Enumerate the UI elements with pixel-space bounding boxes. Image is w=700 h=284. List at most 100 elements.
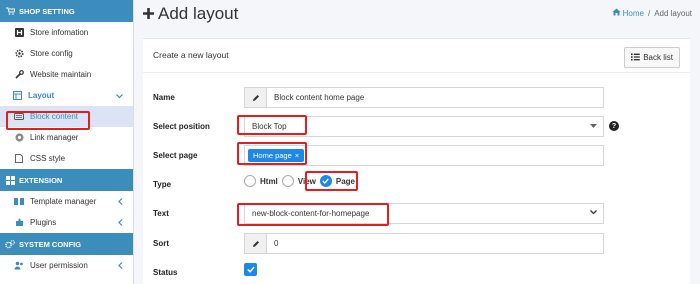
list-icon bbox=[631, 53, 641, 63]
layout-icon bbox=[12, 91, 22, 100]
tag-remove-icon[interactable]: × bbox=[295, 151, 299, 160]
sidebar-item-label: CSS style bbox=[30, 154, 66, 163]
sidebar-item-block-content[interactable]: Block content bbox=[0, 106, 133, 127]
page-label: Select page bbox=[153, 151, 198, 160]
name-field[interactable]: Block content home page bbox=[244, 87, 604, 108]
chevron-down-icon bbox=[590, 210, 597, 217]
sort-label: Sort bbox=[153, 239, 169, 248]
sidebar-section-shop-setting[interactable]: SHOP SETTING bbox=[0, 0, 133, 22]
type-row: Type bbox=[143, 174, 690, 196]
sidebar-item-label: Store infomation bbox=[30, 28, 89, 37]
page-title: Add layout bbox=[142, 4, 238, 24]
page-header: Add layout Home / Add layout bbox=[134, 0, 700, 34]
back-list-label: Back list bbox=[643, 53, 673, 62]
home-icon bbox=[612, 8, 621, 18]
gear-icon bbox=[14, 49, 24, 58]
breadcrumb: Home / Add layout bbox=[612, 8, 692, 18]
pencil-icon bbox=[245, 88, 267, 107]
chevron-left-icon bbox=[118, 218, 123, 228]
sidebar-item-link-manager[interactable]: Link manager bbox=[0, 127, 133, 148]
breadcrumb-separator: / bbox=[647, 8, 651, 18]
sidebar: SHOP SETTING Store infomation Store conf… bbox=[0, 0, 134, 284]
position-value: Block Top bbox=[252, 122, 287, 131]
page-title-text: Add layout bbox=[158, 4, 239, 23]
sidebar-item-label: Plugins bbox=[30, 218, 57, 227]
chevron-left-icon bbox=[118, 197, 123, 207]
name-value: Block content home page bbox=[274, 93, 365, 102]
sidebar-item-css-style[interactable]: CSS style bbox=[0, 148, 133, 169]
sidebar-section-extension[interactable]: EXTENSION bbox=[0, 169, 133, 191]
status-label: Status bbox=[153, 268, 178, 277]
gears-icon bbox=[5, 239, 15, 249]
radio-unchecked-icon bbox=[281, 175, 294, 187]
cart-icon bbox=[5, 7, 15, 15]
puzzle-icon bbox=[14, 218, 24, 227]
position-select[interactable]: Block Top bbox=[244, 116, 604, 137]
name-label: Name bbox=[153, 93, 175, 102]
page-row: Select page Home page × bbox=[143, 145, 690, 167]
text-value: new-block-content-for-homepage bbox=[252, 209, 370, 218]
breadcrumb-home-label: Home bbox=[622, 8, 644, 18]
type-option-label: View bbox=[297, 176, 316, 186]
sort-row: Sort 0 bbox=[143, 233, 690, 255]
text-select[interactable]: new-block-content-for-homepage bbox=[244, 203, 604, 224]
type-radio-html[interactable]: Html bbox=[244, 175, 278, 187]
card-title: Create a new layout bbox=[153, 50, 229, 60]
help-icon[interactable]: ? bbox=[609, 121, 619, 131]
sort-field[interactable]: 0 bbox=[244, 233, 604, 254]
sidebar-item-store-config[interactable]: Store config bbox=[0, 43, 133, 64]
h-square-icon bbox=[14, 28, 24, 37]
grid-icon bbox=[5, 175, 15, 185]
sidebar-section-label: SYSTEM CONFIG bbox=[19, 239, 82, 249]
sidebar-section-system-config[interactable]: SYSTEM CONFIG bbox=[0, 233, 133, 255]
status-checkbox[interactable] bbox=[244, 263, 257, 276]
sidebar-item-user-permission[interactable]: User permission bbox=[0, 255, 133, 276]
status-row: Status bbox=[143, 262, 690, 284]
type-option-label: Html bbox=[260, 176, 278, 186]
sidebar-item-label: User permission bbox=[30, 261, 88, 270]
columns-icon bbox=[14, 197, 24, 206]
type-radio-page[interactable]: Page bbox=[319, 175, 355, 187]
wrench-icon bbox=[14, 70, 24, 79]
type-label: Type bbox=[153, 180, 172, 189]
sidebar-section-label: SHOP SETTING bbox=[19, 6, 75, 16]
radio-unchecked-icon bbox=[244, 175, 256, 187]
radio-checked-icon bbox=[319, 175, 332, 187]
type-radio-view[interactable]: View bbox=[281, 175, 316, 187]
sort-value: 0 bbox=[274, 239, 279, 248]
sidebar-item-layout[interactable]: Layout bbox=[0, 85, 133, 106]
users-icon bbox=[14, 261, 24, 270]
chevron-down-icon bbox=[116, 91, 123, 101]
sidebar-item-label: Template manager bbox=[30, 197, 97, 206]
chrome-icon bbox=[14, 133, 24, 142]
sidebar-item-plugins[interactable]: Plugins bbox=[0, 212, 133, 233]
page-tag-label: Home page bbox=[253, 151, 292, 160]
name-row: Name Block content home page bbox=[143, 87, 690, 109]
breadcrumb-current: Add layout bbox=[654, 8, 692, 18]
sidebar-section-label: EXTENSION bbox=[19, 175, 63, 185]
sidebar-item-store-infomation[interactable]: Store infomation bbox=[0, 22, 133, 43]
type-radio-group: Html View Page bbox=[244, 175, 359, 187]
plus-icon bbox=[142, 4, 155, 24]
type-option-label: Page bbox=[335, 176, 355, 186]
breadcrumb-home[interactable]: Home bbox=[612, 8, 644, 18]
sidebar-item-template-manager[interactable]: Template manager bbox=[0, 191, 133, 212]
caret-down-icon bbox=[590, 123, 597, 130]
position-label: Select position bbox=[153, 122, 210, 131]
page-multiselect[interactable]: Home page × bbox=[244, 145, 604, 166]
sidebar-item-website-maintain[interactable]: Website maintain bbox=[0, 64, 133, 85]
file-code-icon bbox=[14, 154, 24, 163]
sidebar-item-label: Link manager bbox=[30, 133, 79, 142]
sidebar-item-label: Store config bbox=[30, 49, 73, 58]
sidebar-item-label: Website maintain bbox=[30, 70, 92, 79]
form-card: Create a new layout Back list Name Block… bbox=[143, 38, 690, 284]
sidebar-item-label: Layout bbox=[28, 91, 55, 100]
pencil-icon bbox=[245, 234, 267, 253]
sidebar-item-label: Block content bbox=[30, 112, 79, 121]
back-list-button[interactable]: Back list bbox=[624, 47, 680, 68]
page-tag: Home page × bbox=[248, 149, 305, 162]
text-row: Text new-block-content-for-homepage bbox=[143, 203, 690, 225]
text-label: Text bbox=[153, 209, 169, 218]
keyboard-icon bbox=[14, 113, 24, 120]
card-header: Create a new layout Back list bbox=[143, 39, 690, 73]
